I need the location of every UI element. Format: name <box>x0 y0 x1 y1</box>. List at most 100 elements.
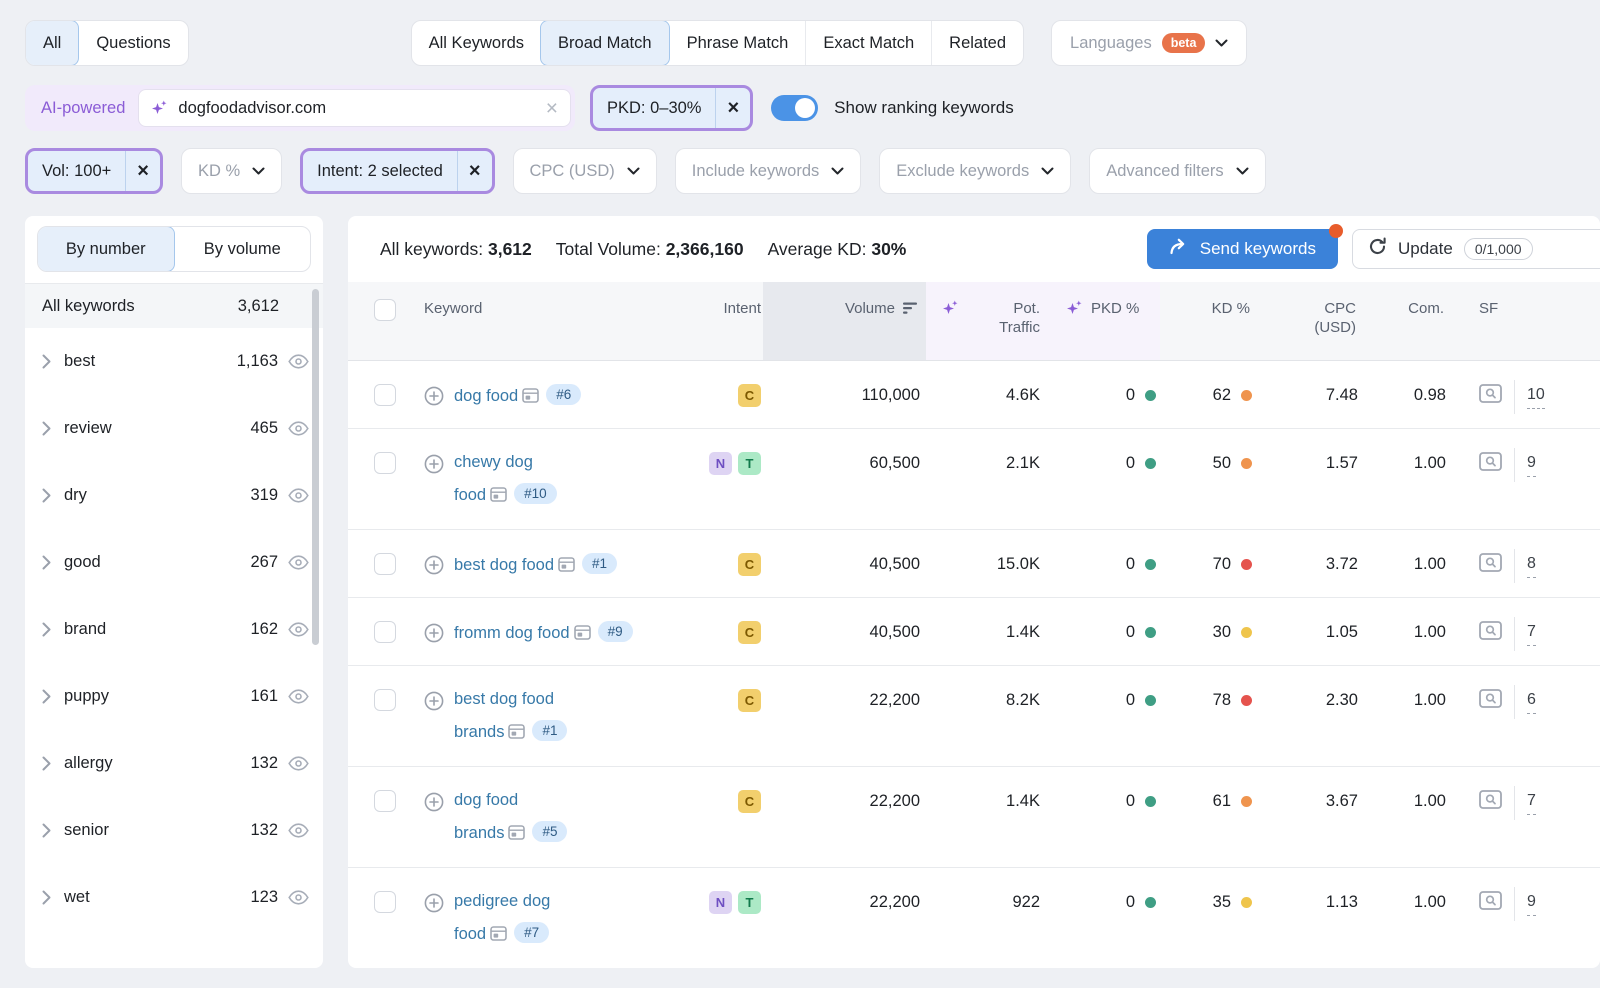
serp-features-count[interactable]: 9 <box>1527 891 1536 916</box>
keyword-link[interactable]: fromm dog food <box>454 624 570 642</box>
tab-all[interactable]: All <box>25 20 79 66</box>
sidebar-item-wet[interactable]: wet 123 <box>25 864 323 931</box>
show-ranking-keywords-toggle[interactable] <box>771 95 818 121</box>
header-intent[interactable]: Intent <box>683 282 763 360</box>
serp-features-count[interactable]: 9 <box>1527 452 1536 477</box>
languages-dropdown[interactable]: Languages beta <box>1051 20 1247 66</box>
eye-icon[interactable] <box>288 756 309 771</box>
serp-preview-icon[interactable] <box>1479 689 1502 714</box>
position-badge[interactable]: #1 <box>532 720 567 741</box>
eye-icon[interactable] <box>288 622 309 637</box>
filter-dropdown-include-keywords[interactable]: Include keywords <box>675 148 861 194</box>
serp-preview-icon[interactable] <box>1479 553 1502 578</box>
row-checkbox[interactable] <box>374 452 396 474</box>
header-kd[interactable]: KD % <box>1160 282 1260 360</box>
sidebar-item-review[interactable]: review 465 <box>25 395 323 462</box>
send-keywords-button[interactable]: Send keywords <box>1147 229 1338 269</box>
sidebar-item-allergy[interactable]: allergy 132 <box>25 730 323 797</box>
position-badge[interactable]: #10 <box>514 483 557 504</box>
add-keyword-icon[interactable] <box>424 792 444 818</box>
serp-features-count[interactable]: 8 <box>1527 553 1536 578</box>
filter-chip-intent-2-selected[interactable]: Intent: 2 selected × <box>300 148 494 194</box>
sidebar-item-dry[interactable]: dry 319 <box>25 462 323 529</box>
add-keyword-icon[interactable] <box>424 555 444 581</box>
tab-questions[interactable]: Questions <box>79 21 187 65</box>
sidebar-item-best[interactable]: best 1,163 <box>25 328 323 395</box>
tab-broad-match[interactable]: Broad Match <box>540 20 670 66</box>
sidebar-scrollbar[interactable] <box>312 289 319 645</box>
position-badge[interactable]: #6 <box>546 384 581 405</box>
sidebar-item-good[interactable]: good 267 <box>25 529 323 596</box>
eye-icon[interactable] <box>288 823 309 838</box>
serp-snapshot-icon[interactable] <box>486 925 507 943</box>
row-checkbox[interactable] <box>374 891 396 913</box>
keyword-search-box[interactable]: × <box>138 89 571 127</box>
eye-icon[interactable] <box>288 354 309 369</box>
serp-snapshot-icon[interactable] <box>504 824 525 842</box>
header-keyword[interactable]: Keyword <box>408 282 683 360</box>
sidebar-tab-by-volume[interactable]: By volume <box>175 227 311 271</box>
header-com[interactable]: Com. <box>1364 282 1452 360</box>
filter-dropdown-cpc-usd[interactable]: CPC (USD) <box>513 148 657 194</box>
remove-filter-icon[interactable]: × <box>457 151 492 191</box>
serp-preview-icon[interactable] <box>1479 621 1502 646</box>
sidebar-tab-by-number[interactable]: By number <box>37 226 175 272</box>
header-volume[interactable]: Volume <box>763 282 926 360</box>
keyword-link[interactable]: best dog food <box>454 556 554 574</box>
add-keyword-icon[interactable] <box>424 691 444 717</box>
sidebar-item-puppy[interactable]: puppy 161 <box>25 663 323 730</box>
serp-preview-icon[interactable] <box>1479 384 1502 409</box>
serp-features-count[interactable]: 6 <box>1527 689 1536 714</box>
search-input[interactable] <box>178 99 535 118</box>
add-keyword-icon[interactable] <box>424 893 444 919</box>
tab-related[interactable]: Related <box>931 21 1023 65</box>
position-badge[interactable]: #1 <box>582 553 617 574</box>
serp-snapshot-icon[interactable] <box>518 387 539 405</box>
serp-features-count[interactable]: 7 <box>1527 790 1536 815</box>
serp-snapshot-icon[interactable] <box>570 624 591 642</box>
row-checkbox[interactable] <box>374 790 396 812</box>
filter-dropdown-exclude-keywords[interactable]: Exclude keywords <box>879 148 1071 194</box>
serp-preview-icon[interactable] <box>1479 790 1502 815</box>
serp-snapshot-icon[interactable] <box>554 556 575 574</box>
position-badge[interactable]: #9 <box>598 621 633 642</box>
remove-pkd-filter-icon[interactable]: × <box>715 88 750 128</box>
header-pkd[interactable]: PKD % <box>1048 282 1160 360</box>
keyword-link[interactable]: dog food <box>454 387 518 405</box>
filter-chip-vol-100[interactable]: Vol: 100+ × <box>25 148 163 194</box>
row-checkbox[interactable] <box>374 384 396 406</box>
header-pot-traffic[interactable]: Pot.Traffic <box>926 282 1048 360</box>
filter-chip-pkd[interactable]: PKD: 0–30% × <box>590 85 753 131</box>
filter-dropdown-kd[interactable]: KD % <box>181 148 282 194</box>
serp-snapshot-icon[interactable] <box>486 486 507 504</box>
tab-exact-match[interactable]: Exact Match <box>805 21 931 65</box>
add-keyword-icon[interactable] <box>424 623 444 649</box>
serp-preview-icon[interactable] <box>1479 452 1502 477</box>
add-keyword-icon[interactable] <box>424 386 444 412</box>
row-checkbox[interactable] <box>374 689 396 711</box>
select-all-checkbox[interactable] <box>374 299 396 321</box>
eye-icon[interactable] <box>288 421 309 436</box>
row-checkbox[interactable] <box>374 621 396 643</box>
clear-search-icon[interactable]: × <box>546 98 558 119</box>
eye-icon[interactable] <box>288 488 309 503</box>
eye-icon[interactable] <box>288 890 309 905</box>
update-button[interactable]: Update 0/1,000 <box>1352 229 1600 269</box>
sidebar-item-all-keywords[interactable]: All keywords 3,612 <box>25 284 323 328</box>
eye-icon[interactable] <box>288 555 309 570</box>
serp-snapshot-icon[interactable] <box>504 723 525 741</box>
position-badge[interactable]: #5 <box>532 821 567 842</box>
remove-filter-icon[interactable]: × <box>125 151 160 191</box>
serp-preview-icon[interactable] <box>1479 891 1502 916</box>
eye-icon[interactable] <box>288 689 309 704</box>
position-badge[interactable]: #7 <box>514 922 549 943</box>
serp-features-count[interactable]: 7 <box>1527 621 1536 646</box>
row-checkbox[interactable] <box>374 553 396 575</box>
tab-all-keywords[interactable]: All Keywords <box>412 21 541 65</box>
serp-features-count[interactable]: 10 <box>1527 384 1545 409</box>
sidebar-item-senior[interactable]: senior 132 <box>25 797 323 864</box>
sidebar-item-brand[interactable]: brand 162 <box>25 596 323 663</box>
header-sf[interactable]: SF <box>1452 282 1600 360</box>
header-cpc[interactable]: CPC(USD) <box>1260 282 1364 360</box>
add-keyword-icon[interactable] <box>424 454 444 480</box>
